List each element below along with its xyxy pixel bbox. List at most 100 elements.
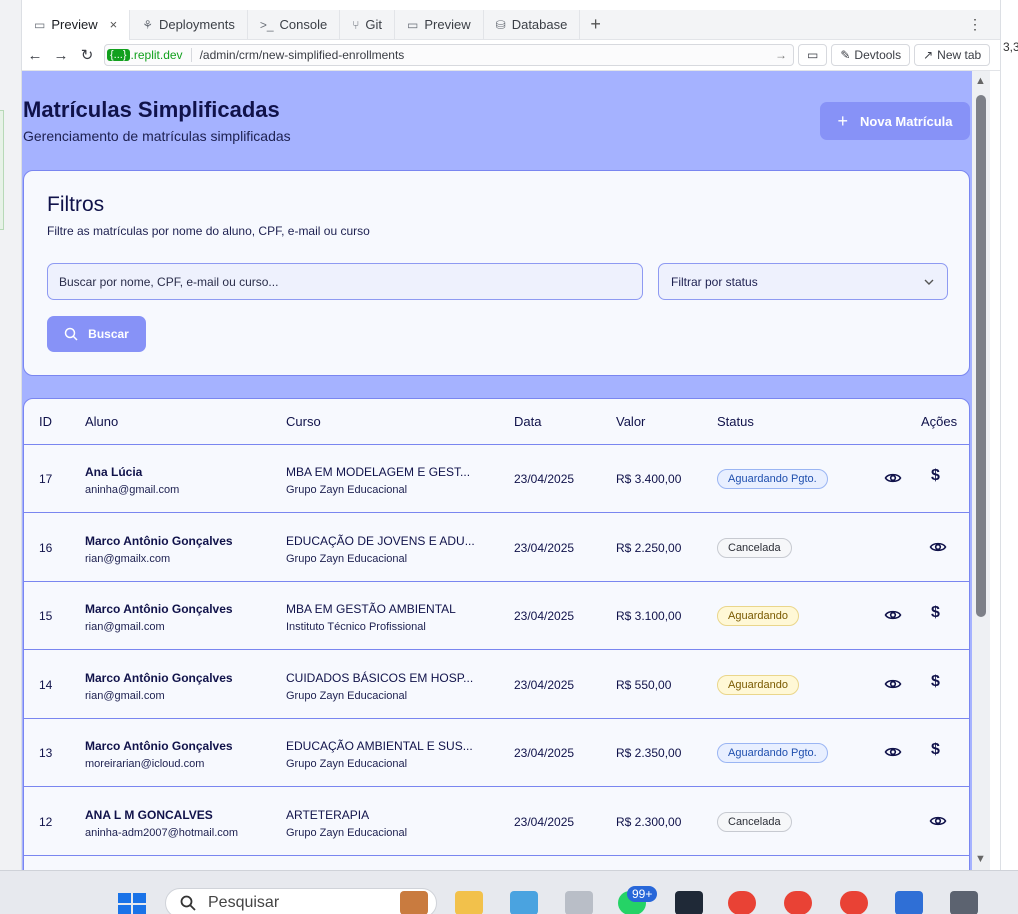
search-button[interactable]: Buscar: [47, 316, 146, 352]
enrollments-table: ID Aluno Curso Data Valor Status Ações 1…: [23, 398, 970, 870]
payment-dollar-icon[interactable]: $: [931, 604, 940, 622]
status-filter-label: Filtrar por status: [671, 274, 758, 289]
database-icon: ⛁: [495, 17, 506, 32]
view-eye-icon[interactable]: [929, 812, 947, 830]
table-row[interactable]: 16 Marco Antônio Gonçalves rian@gmailx.com…: [24, 514, 969, 582]
app-viewport: Matrículas Simplificadas Gerenciamento d…: [22, 71, 972, 870]
cell-student-email: rian@gmail.com: [85, 689, 165, 702]
cell-student-email: moreirarian@icloud.com: [85, 758, 205, 770]
monitor-icon: ▭: [407, 17, 419, 32]
payment-dollar-icon[interactable]: $: [931, 741, 940, 759]
header-date: Data: [514, 414, 542, 429]
devtools-label: Devtools: [854, 48, 902, 62]
filters-title: Filtros: [47, 193, 105, 216]
go-arrow-icon[interactable]: →: [775, 48, 787, 62]
payment-dollar-icon[interactable]: $: [931, 467, 940, 485]
file-explorer-icon[interactable]: [455, 891, 483, 914]
table-row[interactable]: 17 Ana Lúcia aninha@gmail.com MBA EM MODELA…: [24, 445, 969, 513]
lock-app-icon[interactable]: [565, 891, 593, 914]
scrollbar-thumb[interactable]: [976, 95, 986, 617]
external-link-icon: ↗: [923, 48, 934, 62]
chrome-profile-icon[interactable]: [784, 891, 812, 914]
cell-date: 23/04/2025: [514, 609, 575, 623]
table-row[interactable]: 13 Marco Antônio Gonçalves moreirarian@icl…: [24, 719, 969, 787]
taskbar-search-placeholder: Pesquisar: [208, 894, 280, 911]
tab-label: Preview: [424, 17, 471, 32]
cell-institution: Grupo Zayn Educacional: [286, 826, 408, 839]
calculator-app-icon[interactable]: [950, 891, 978, 914]
domain-badge: {...}: [107, 49, 130, 61]
tab-label: Git: [365, 17, 383, 32]
tab-preview[interactable]: ▭ Preview ×: [22, 9, 131, 40]
new-tab-plus-icon[interactable]: +: [590, 14, 601, 35]
table-row[interactable]: 12 ANA L M GONCALVES aninha-adm2007@hotmai…: [24, 788, 969, 856]
view-eye-icon[interactable]: [884, 675, 902, 693]
back-arrow-icon[interactable]: ←: [22, 47, 48, 64]
os-taskbar: Pesquisar 99+: [0, 870, 1018, 914]
new-enrollment-button[interactable]: + Nova Matrícula: [820, 102, 970, 140]
view-eye-icon[interactable]: [884, 469, 902, 487]
view-eye-icon[interactable]: [929, 538, 947, 556]
table-row[interactable]: 15 Marco Antônio Gonçalves rian@gmail.com M…: [24, 582, 969, 650]
page-subtitle: Gerenciamento de matrículas simplificada…: [23, 128, 291, 144]
close-icon[interactable]: ×: [110, 17, 118, 32]
devtools-button[interactable]: ✎ Devtools: [831, 44, 911, 66]
address-bar: ← → ↻ {...} .replit.dev /admin/crm/new-s…: [22, 40, 1000, 71]
cell-course: ARTETERAPIA: [286, 807, 370, 822]
cell-student-email: rian@gmail.com: [85, 621, 165, 633]
notepad-app-icon[interactable]: [895, 891, 923, 914]
plus-icon: +: [837, 110, 849, 131]
cell-student-name: ANA L M GONCALVES: [85, 807, 213, 822]
page-scrollbar[interactable]: ▲ ▼: [972, 71, 990, 870]
scroll-down-icon[interactable]: ▼: [975, 853, 986, 865]
forward-arrow-icon[interactable]: →: [48, 47, 74, 64]
cell-date: 23/04/2025: [514, 472, 575, 486]
monitor-icon: ▭: [807, 48, 819, 62]
new-tab-button[interactable]: ↗ New tab: [914, 44, 991, 66]
tab-deployments[interactable]: ⚘ Deployments: [130, 9, 248, 40]
chrome-profile-icon[interactable]: [840, 891, 868, 914]
windows-start-icon[interactable]: [118, 893, 146, 914]
cell-id: 16: [39, 540, 53, 555]
terminal-app-icon[interactable]: [675, 891, 703, 914]
search-input[interactable]: [47, 263, 643, 300]
page-title: Matrículas Simplificadas: [23, 97, 280, 122]
device-toggle-button[interactable]: ▭: [798, 44, 828, 66]
notification-badge: 99+: [627, 886, 658, 902]
scroll-up-icon[interactable]: ▲: [975, 75, 986, 87]
status-badge: Cancelada: [717, 811, 792, 832]
url-domain: .replit.dev: [131, 48, 192, 62]
taskbar-search[interactable]: Pesquisar: [165, 888, 437, 914]
reload-icon[interactable]: ↻: [74, 46, 100, 64]
cell-course: MBA EM MODELAGEM E GEST...: [286, 465, 471, 479]
cell-student-name: Marco Antônio Gonçalves: [85, 670, 233, 685]
books-app-icon[interactable]: [400, 891, 428, 914]
view-eye-icon[interactable]: [884, 743, 902, 761]
git-icon: ⑂: [352, 17, 360, 32]
view-eye-icon[interactable]: [884, 606, 902, 624]
url-field[interactable]: {...} .replit.dev /admin/crm/new-simplif…: [104, 44, 794, 66]
cell-date: 23/04/2025: [514, 540, 575, 555]
photos-app-icon[interactable]: [510, 891, 538, 914]
more-options-icon[interactable]: ⋮: [968, 16, 982, 33]
tab-console[interactable]: >_ Console: [248, 9, 341, 40]
cell-student-name: Marco Antônio Gonçalves: [85, 739, 233, 753]
cell-student-name: Marco Antônio Gonçalves: [85, 533, 233, 548]
cell-date: 23/04/2025: [514, 677, 575, 692]
tab-preview-2[interactable]: ▭ Preview: [395, 9, 484, 40]
tab-git[interactable]: ⑂ Git: [340, 9, 396, 40]
status-badge: Aguardando: [717, 606, 799, 626]
chrome-profile-icon[interactable]: [728, 891, 756, 914]
right-panel-number: 3,3: [1003, 40, 1018, 54]
cell-student-name: Ana Lúcia: [85, 465, 143, 479]
cell-id: 15: [39, 609, 53, 623]
cell-id: 12: [39, 814, 53, 829]
status-badge: Aguardando Pgto.: [717, 469, 828, 489]
tab-label: Preview: [51, 17, 98, 32]
tab-database[interactable]: ⛁ Database: [484, 9, 581, 40]
table-row[interactable]: 14 Marco Antônio Gonçalves rian@gmail.com C…: [24, 651, 969, 719]
table-header: ID Aluno Curso Data Valor Status Ações: [24, 399, 969, 445]
status-filter-select[interactable]: Filtrar por status: [658, 263, 948, 300]
tab-label: Database: [511, 17, 568, 32]
payment-dollar-icon[interactable]: $: [931, 673, 940, 691]
